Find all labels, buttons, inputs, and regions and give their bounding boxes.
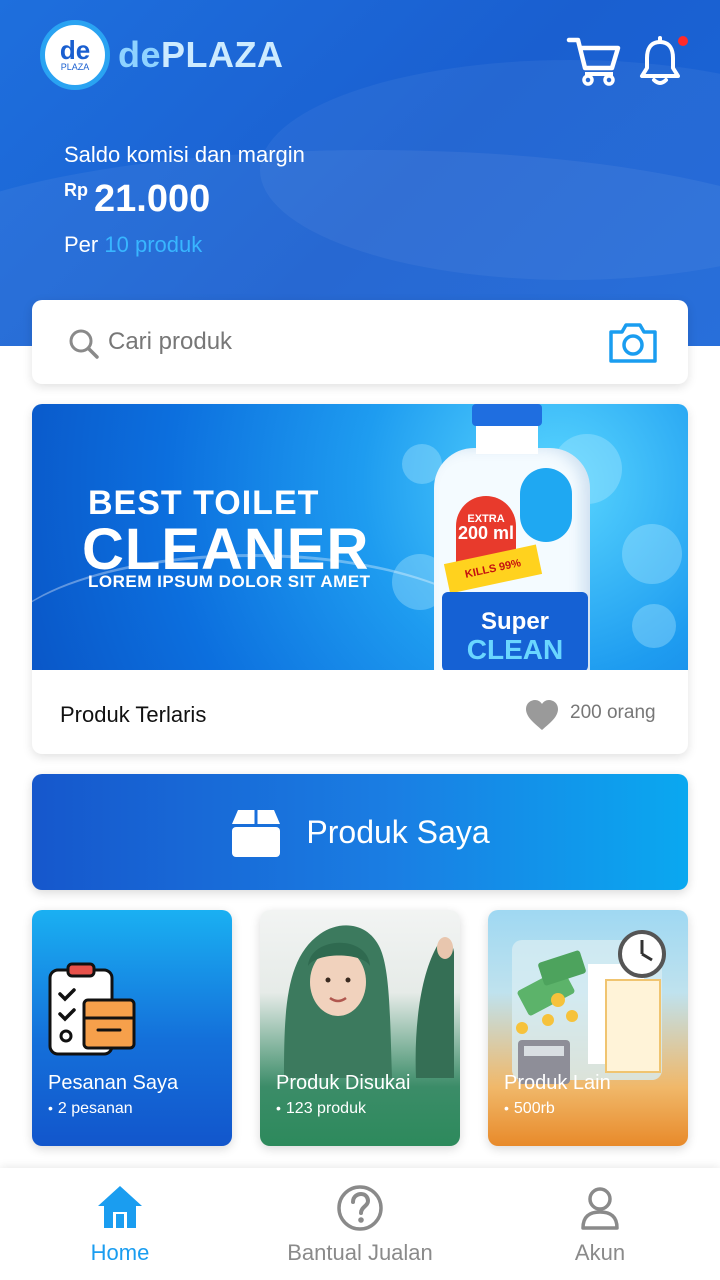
tile-liked-title: Produk Disukai	[276, 1072, 411, 1094]
search-input[interactable]: Cari produk	[108, 328, 232, 356]
bottom-navigation: Home Bantual Jualan Akun	[0, 1168, 720, 1280]
logo-text: dePLAZA	[118, 34, 284, 76]
notification-dot	[678, 36, 688, 46]
camera-icon[interactable]	[608, 322, 658, 364]
promo-card[interactable]: BEST TOILET CLEANER LOREM IPSUM DOLOR SI…	[32, 404, 688, 754]
bottle-volume-text: 200 ml	[457, 523, 515, 543]
balance-value: 21.000	[94, 178, 211, 220]
promo-banner[interactable]: BEST TOILET CLEANER LOREM IPSUM DOLOR SI…	[32, 404, 688, 670]
cart-icon[interactable]	[566, 34, 622, 86]
search-bar[interactable]: Cari produk	[32, 300, 688, 384]
bottle-cap	[472, 404, 542, 426]
user-icon	[581, 1187, 619, 1230]
bell-icon[interactable]	[638, 36, 682, 86]
logo-suffix: PLAZA	[161, 34, 284, 75]
tile-other-count: 500rb	[504, 1100, 555, 1118]
tile-other-title: Produk Lain	[504, 1072, 611, 1094]
nav-account-label: Akun	[574, 1240, 626, 1265]
tile-orders[interactable]: Pesanan Saya 2 pesanan	[32, 910, 232, 1146]
nav-sales-help-label: Bantual Jualan	[287, 1240, 433, 1265]
product-count-line: Per 10 produk	[64, 232, 202, 258]
per-prefix: Per	[64, 232, 99, 257]
help-icon	[337, 1185, 383, 1231]
app-logo[interactable]: de PLAZA dePLAZA	[40, 20, 284, 90]
promo-title: Produk Terlaris	[60, 702, 207, 727]
banner-subtitle: LOREM IPSUM DOLOR SIT AMET	[88, 572, 371, 591]
product-count-link[interactable]: 10 produk	[104, 232, 202, 257]
logo-prefix: de	[118, 34, 162, 75]
tile-orders-count: 2 pesanan	[48, 1100, 133, 1118]
balance-amount: Rp 21.000	[64, 178, 210, 221]
logo-mark: de	[59, 35, 91, 65]
money-documents-image	[512, 930, 666, 1084]
nav-account[interactable]: Akun	[480, 1168, 720, 1280]
logo-badge: de PLAZA	[40, 20, 110, 90]
banner-bubble	[632, 604, 676, 648]
bottle-brand-line1: Super	[480, 608, 549, 635]
banner-bubble	[622, 524, 682, 584]
cleaner-bottle-image: EXTRA 200 ml KILLS 99% Super CLEAN	[432, 404, 592, 670]
nav-home[interactable]: Home	[0, 1168, 240, 1280]
hijab-models-image	[284, 925, 454, 1078]
search-icon	[69, 329, 99, 359]
tile-liked-count: 123 produk	[276, 1100, 366, 1118]
nav-home-label: Home	[90, 1240, 150, 1265]
clipboard-box-icon	[48, 962, 136, 1056]
bottle-brand-label: Super CLEAN	[442, 592, 588, 670]
home-icon	[98, 1186, 142, 1228]
currency-label: Rp	[64, 180, 88, 200]
my-products-label: Produk Saya	[306, 813, 490, 850]
my-products-button[interactable]: Produk Saya	[32, 774, 688, 890]
header: de PLAZA dePLAZA Saldo komisi dan margin…	[0, 0, 720, 346]
tile-liked-products[interactable]: Produk Disukai 123 produk	[260, 910, 460, 1146]
logo-mark-sub: PLAZA	[60, 62, 90, 72]
nav-sales-help[interactable]: Bantual Jualan	[240, 1168, 480, 1280]
tile-orders-title: Pesanan Saya	[48, 1072, 179, 1094]
likes-count: 200 orang	[570, 702, 656, 723]
balance-label: Saldo komisi dan margin	[64, 142, 305, 167]
tile-other-products[interactable]: Produk Lain 500rb	[488, 910, 688, 1146]
heart-icon[interactable]	[524, 698, 560, 732]
bottle-handle	[520, 468, 572, 542]
bottle-brand-line2: CLEAN	[466, 634, 564, 665]
box-icon	[232, 810, 281, 857]
bottle-neck	[476, 424, 538, 454]
